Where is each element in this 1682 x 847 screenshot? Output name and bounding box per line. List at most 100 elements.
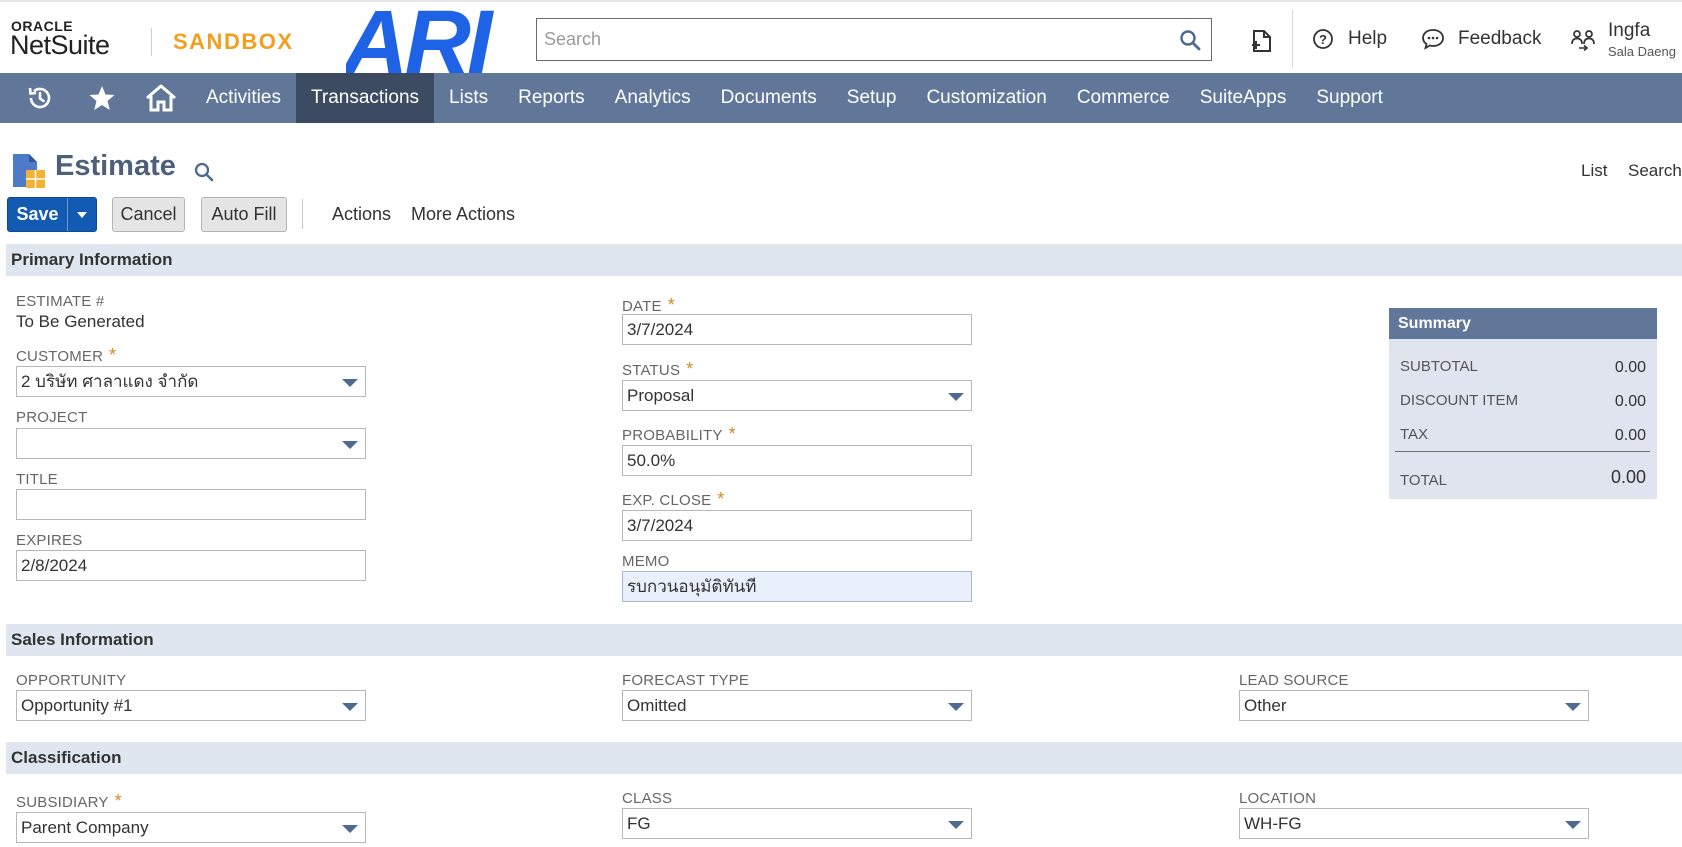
memo-field[interactable]: รบกวนอนุมัติทันที [622, 571, 972, 602]
shortcuts-nav-button[interactable] [82, 73, 122, 123]
netsuite-logo-text: NetSuite [10, 30, 110, 60]
primary-information-header[interactable]: Primary Information [6, 244, 1682, 276]
chevron-down-icon [342, 825, 358, 833]
opportunity-select[interactable]: Opportunity #1 [16, 690, 366, 721]
required-indicator: * [114, 791, 122, 811]
opportunity-label: OPPORTUNITY [16, 672, 127, 689]
search-link[interactable]: Search [1628, 161, 1682, 181]
nav-tab-lists[interactable]: Lists [434, 73, 503, 123]
location-label: LOCATION [1239, 790, 1317, 807]
home-icon [146, 84, 176, 112]
page-title: Estimate [55, 150, 176, 182]
probability-field[interactable]: 50.0% [622, 445, 972, 476]
lead-source-value: Other [1244, 695, 1287, 715]
logo-divider [151, 28, 152, 56]
global-header: ORACLE NetSuite SANDBOX ARI ? Help Fee [0, 0, 1682, 75]
exp-close-value: 3/7/2024 [627, 515, 694, 535]
estimate-record-icon [13, 154, 45, 188]
global-search-input[interactable] [538, 20, 1168, 59]
feedback-icon [1422, 29, 1444, 50]
discount-item-label: DISCOUNT ITEM [1400, 392, 1519, 409]
classification-header[interactable]: Classification [6, 742, 1682, 774]
date-value: 3/7/2024 [627, 319, 694, 339]
save-button[interactable]: Save [8, 198, 67, 231]
expires-value: 2/8/2024 [21, 555, 88, 575]
project-select[interactable] [16, 428, 366, 459]
title-label: TITLE [16, 471, 58, 488]
recent-records-nav-button[interactable] [20, 73, 60, 123]
expires-label: EXPIRES [16, 532, 83, 549]
chevron-down-icon [342, 441, 358, 449]
nav-tab-transactions[interactable]: Transactions [295, 73, 435, 123]
sales-information-header[interactable]: Sales Information [6, 624, 1682, 656]
cancel-button[interactable]: Cancel [112, 197, 185, 232]
feedback-link[interactable]: Feedback [1421, 25, 1541, 53]
location-select[interactable]: WH-FG [1239, 808, 1589, 839]
subsidiary-select[interactable]: Parent Company [16, 812, 366, 843]
status-label: STATUS * [622, 359, 694, 379]
chevron-down-icon [1565, 821, 1581, 829]
home-nav-button[interactable] [141, 73, 181, 123]
tax-label: TAX [1400, 426, 1429, 443]
status-select[interactable]: Proposal [622, 380, 972, 411]
discount-item-value: 0.00 [1614, 393, 1646, 410]
status-value: Proposal [627, 385, 695, 405]
total-value: 0.00 [1610, 467, 1646, 487]
recent-records-icon[interactable] [1250, 28, 1274, 54]
actions-menu[interactable]: Actions [332, 204, 391, 225]
opportunity-value: Opportunity #1 [21, 695, 133, 715]
chevron-down-icon [948, 703, 964, 711]
customer-select[interactable]: 2 บริษัท ศาลาแดง จำกัด [16, 366, 366, 397]
subsidiary-label: SUBSIDIARY * [16, 791, 122, 811]
nav-tab-commerce[interactable]: Commerce [1062, 73, 1185, 123]
subtotal-label: SUBTOTAL [1400, 358, 1478, 375]
caret-down-icon [77, 211, 87, 218]
required-indicator: * [728, 424, 736, 444]
date-label: DATE * [622, 295, 675, 315]
search-icon[interactable] [1179, 29, 1201, 51]
expires-date-field[interactable]: 2/8/2024 [16, 550, 366, 581]
project-label: PROJECT [16, 409, 88, 426]
list-link[interactable]: List [1581, 161, 1607, 181]
svg-text:?: ? [1319, 32, 1327, 47]
nav-tab-setup[interactable]: Setup [832, 73, 912, 123]
nav-tab-support[interactable]: Support [1301, 73, 1398, 123]
nav-tab-activities[interactable]: Activities [191, 73, 296, 123]
probability-value: 50.0% [627, 450, 676, 470]
chevron-down-icon [342, 379, 358, 387]
nav-tab-list: Activities Transactions Lists Reports Analyt… [191, 73, 1398, 123]
exp-close-label: EXP. CLOSE * [622, 489, 725, 509]
class-select[interactable]: FG [622, 808, 972, 839]
nav-tab-reports[interactable]: Reports [503, 73, 600, 123]
nav-tab-analytics[interactable]: Analytics [600, 73, 706, 123]
ari-brand-logo: ARI [346, 4, 499, 75]
lead-source-select[interactable]: Other [1239, 690, 1589, 721]
date-field[interactable]: 3/7/2024 [622, 314, 972, 345]
save-options-dropdown[interactable] [68, 198, 96, 231]
auto-fill-button[interactable]: Auto Fill [201, 197, 287, 232]
forecast-type-select[interactable]: Omitted [622, 690, 972, 721]
nav-tab-suiteapps[interactable]: SuiteApps [1185, 73, 1302, 123]
summary-box: Summary SUBTOTAL 0.00 DISCOUNT ITEM 0.00… [1389, 308, 1657, 499]
customer-value: 2 บริษัท ศาลาแดง จำกัด [21, 372, 199, 391]
nav-tab-customization[interactable]: Customization [911, 73, 1061, 123]
feedback-label: Feedback [1458, 28, 1542, 49]
probability-label: PROBABILITY * [622, 424, 736, 444]
estimate-number-value: To Be Generated [16, 312, 145, 331]
chevron-down-icon [1565, 703, 1581, 711]
required-indicator: * [717, 489, 725, 509]
save-button-group: Save [7, 197, 97, 232]
title-field[interactable] [16, 489, 366, 520]
exp-close-date-field[interactable]: 3/7/2024 [622, 510, 972, 541]
location-value: WH-FG [1244, 813, 1302, 833]
memo-value: รบกวนอนุมัติทันที [627, 577, 757, 596]
more-actions-menu[interactable]: More Actions [411, 204, 515, 225]
nav-tab-documents[interactable]: Documents [706, 73, 832, 123]
role-switch-icon[interactable] [1570, 28, 1596, 52]
history-icon [28, 87, 51, 109]
global-search [536, 18, 1212, 61]
record-search-icon[interactable] [193, 161, 215, 183]
help-link[interactable]: ? Help [1312, 25, 1387, 53]
customer-label: CUSTOMER * [16, 345, 117, 365]
user-name[interactable]: Ingfa [1608, 20, 1650, 42]
